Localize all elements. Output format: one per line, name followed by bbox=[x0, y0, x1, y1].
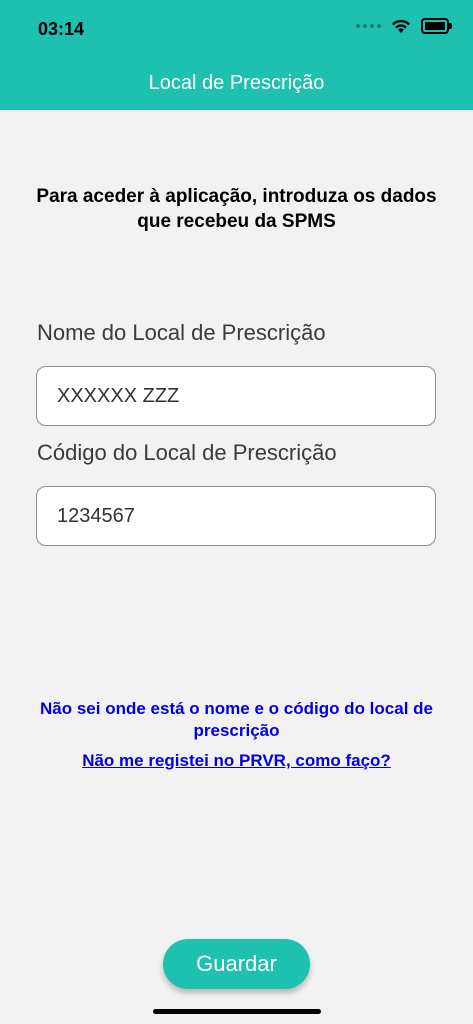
top-bar: 03:14 Local de Prescrição bbox=[0, 0, 473, 110]
help-name-code-link[interactable]: Não sei onde está o nome e o código do l… bbox=[30, 698, 443, 742]
battery-icon bbox=[421, 18, 452, 34]
home-indicator bbox=[153, 1009, 321, 1014]
code-input-value: 1234567 bbox=[57, 504, 135, 527]
page-title: Local de Prescrição bbox=[148, 72, 325, 94]
save-button[interactable]: Guardar bbox=[163, 939, 310, 989]
not-registered-link[interactable]: Não me registei no PRVR, como faço? bbox=[30, 750, 443, 772]
name-input-value: XXXXXX ZZZ bbox=[57, 384, 180, 407]
name-input[interactable]: XXXXXX ZZZ bbox=[36, 366, 436, 426]
name-label: Nome do Local de Prescrição bbox=[37, 320, 326, 345]
status-icons bbox=[356, 18, 452, 34]
signal-icon bbox=[356, 24, 381, 28]
wifi-icon bbox=[392, 19, 410, 33]
code-input[interactable]: 1234567 bbox=[36, 486, 436, 546]
status-time: 03:14 bbox=[38, 19, 85, 39]
intro-text: Para aceder à aplicação, introduza os da… bbox=[36, 186, 437, 232]
code-label: Código do Local de Prescrição bbox=[37, 440, 337, 465]
help-links: Não sei onde está o nome e o código do l… bbox=[30, 698, 443, 772]
